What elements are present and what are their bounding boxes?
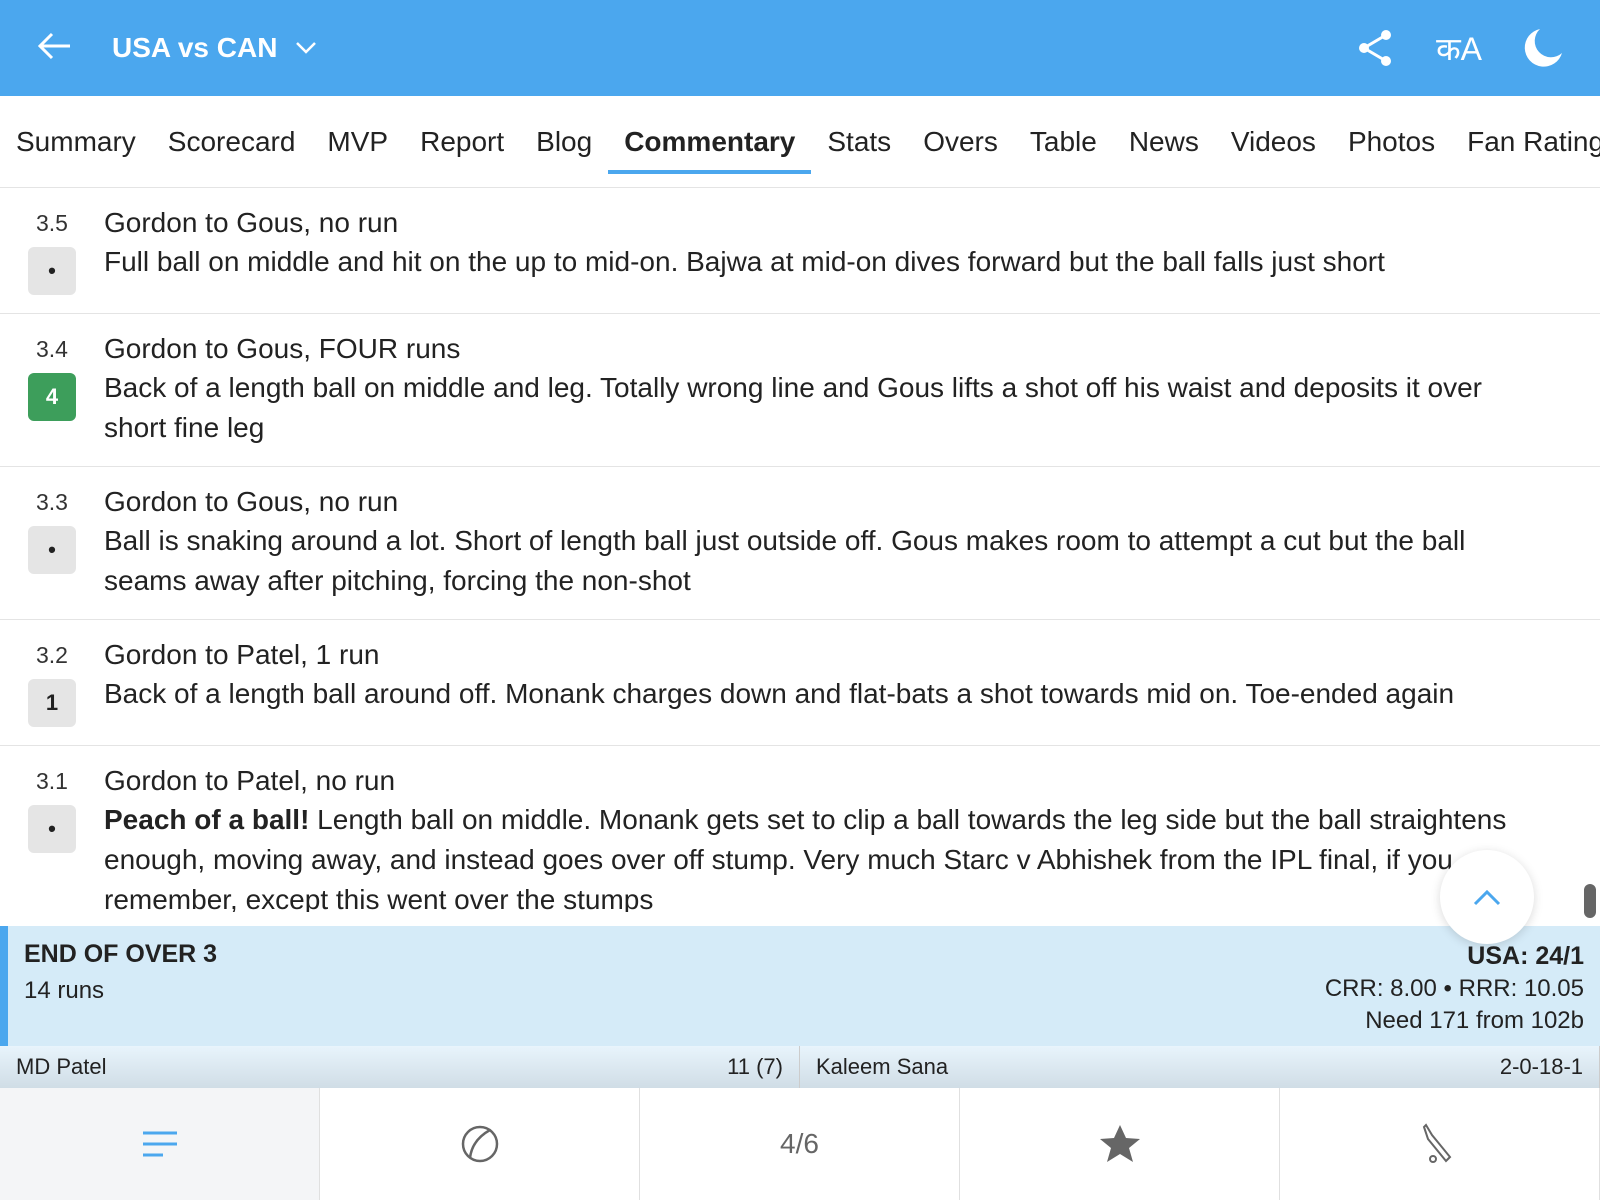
bottom-nav-highlights[interactable] [960,1088,1280,1200]
end-of-over-summary: END OF OVER 3 14 runs USA: 24/1 CRR: 8.00 … [0,926,1600,1046]
chevron-down-icon [296,42,317,54]
ball-commentary: Back of a length ball around off. Monank… [104,674,1550,714]
over-number: 3.4 [36,336,68,362]
bottom-nav: 4/6 [0,1088,1600,1200]
tab-scorecard[interactable]: Scorecard [152,96,312,187]
commentary-text: Length ball on middle. Monank gets set t… [104,804,1507,915]
over-number: 3.2 [36,642,68,668]
tab-blog[interactable]: Blog [520,96,608,187]
bottom-nav-page[interactable]: 4/6 [640,1088,960,1200]
batter-name: MD Patel [16,1054,107,1079]
ball-result-badge: 1 [28,679,76,727]
ball-commentary: Full ball on middle and hit on the up to… [104,242,1550,282]
commentary-item: 3.4 4 Gordon to Gous, FOUR runs Back of a… [0,314,1600,467]
scrollbar[interactable] [1584,884,1596,918]
commentary-text: Back of a length ball on middle and leg.… [104,372,1482,443]
over-number: 3.5 [36,210,68,236]
ball-headline: Gordon to Gous, FOUR runs [104,333,461,364]
ball-result-badge: 4 [28,373,76,421]
tab-news[interactable]: News [1113,96,1215,187]
ball-commentary: Back of a length ball on middle and leg.… [104,368,1550,448]
share-icon[interactable] [1356,28,1396,68]
tab-videos[interactable]: Videos [1215,96,1332,187]
match-title: USA vs CAN [112,32,278,63]
ball-commentary: Peach of a ball! Length ball on middle. … [104,800,1550,920]
tab-summary[interactable]: Summary [0,96,152,187]
ball-headline: Gordon to Gous, no run [104,207,399,238]
over-number: 3.1 [36,768,68,794]
commentary-list: 3.5 • Gordon to Gous, no run Full ball on… [0,188,1600,928]
tab-overs[interactable]: Overs [907,96,1014,187]
bottom-nav-bat[interactable] [1280,1088,1600,1200]
ball-headline: Gordon to Gous, no run [104,486,399,517]
commentary-emphasis: Peach of a ball! [104,804,310,835]
bowler-figures: 2-0-18-1 [1499,1054,1583,1079]
over-summary-block: END OF OVER 3 14 runs USA: 24/1 CRR: 8.00 … [0,912,1600,1088]
bowler-name: Kaleem Sana [816,1054,949,1079]
cricket-ball-icon [461,1125,498,1163]
commentary-item: 3.5 • Gordon to Gous, no run Full ball on… [0,188,1600,314]
ball-headline: Gordon to Patel, no run [104,765,396,796]
header-bar: USA vs CAN कA [0,0,1600,96]
cricket-bat-icon [1422,1123,1451,1163]
player-summary: MD Patel 11 (7) Kaleem Sana 2-0-18-1 [0,1046,1600,1088]
ball-headline: Gordon to Patel, 1 run [104,639,380,670]
language-icon[interactable]: कA [1436,27,1482,70]
dark-mode-moon-icon[interactable] [1522,27,1564,69]
bottom-nav-commentary[interactable] [0,1088,320,1200]
chevron-up-icon [1473,889,1501,906]
ball-result-badge: • [28,247,76,295]
commentary-text: Ball is snaking around a lot. Short of l… [104,525,1466,596]
ball-result-badge: • [28,805,76,853]
team-score: USA: 24/1 [1467,942,1584,970]
commentary-item: 3.1 • Gordon to Patel, no run Peach of a … [0,746,1600,928]
target-need: Need 171 from 102b [1365,1007,1584,1034]
over-number: 3.3 [36,489,68,515]
lines-icon [142,1131,177,1157]
scroll-to-top-button[interactable] [1440,850,1534,944]
tab-mvp[interactable]: MVP [311,96,404,187]
star-icon [1099,1125,1140,1162]
run-rates: CRR: 8.00 • RRR: 10.05 [1324,975,1584,1002]
tab-stats[interactable]: Stats [811,96,907,187]
commentary-item: 3.3 • Gordon to Gous, no run Ball is snak… [0,467,1600,620]
tab-fan-ratings[interactable]: Fan Ratings [1451,96,1600,187]
commentary-text: Back of a length ball around off. Monank… [104,678,1455,709]
commentary-text: Full ball on middle and hit on the up to… [104,246,1385,277]
ball-result-badge: • [28,526,76,574]
end-of-over-title: END OF OVER 3 [24,940,218,968]
bottom-nav-ball[interactable] [320,1088,640,1200]
commentary-item: 3.2 1 Gordon to Patel, 1 run Back of a le… [0,620,1600,746]
back-arrow-icon[interactable] [36,31,72,66]
tab-commentary[interactable]: Commentary [608,96,812,187]
over-runs: 14 runs [24,977,105,1004]
tab-report[interactable]: Report [404,96,520,187]
match-selector[interactable]: USA vs CAN [112,32,317,64]
tab-photos[interactable]: Photos [1332,96,1451,187]
ball-commentary: Ball is snaking around a lot. Short of l… [104,521,1550,601]
batter-score: 11 (7) [727,1054,783,1079]
tab-table[interactable]: Table [1014,96,1113,187]
tab-bar: Summary Scorecard MVP Report Blog Commentary S… [0,96,1600,188]
